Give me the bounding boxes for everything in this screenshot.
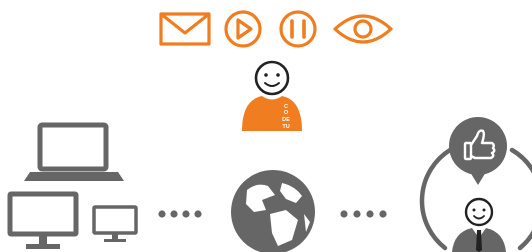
badge-line: DE [282, 117, 290, 123]
globe-icon [231, 170, 315, 252]
badge-line: O [284, 110, 289, 116]
eye-icon [333, 14, 393, 44]
desktop-monitor-icon [7, 191, 79, 249]
business-person-icon [452, 197, 506, 252]
presenter-avatar-icon: C O DE TU [242, 60, 302, 131]
pause-icon [279, 10, 317, 48]
laptop-icon [24, 122, 124, 181]
left-connector-dots [158, 210, 202, 218]
thumbs-up-bubble-icon [449, 117, 507, 185]
right-connector-dots [340, 210, 387, 218]
presenter-head [254, 60, 290, 96]
play-icon [224, 10, 262, 48]
badge-line: TU [282, 124, 289, 130]
envelope-icon [159, 12, 211, 46]
small-monitor-icon [92, 205, 138, 242]
diagram-canvas: C O DE TU [7, 10, 532, 252]
